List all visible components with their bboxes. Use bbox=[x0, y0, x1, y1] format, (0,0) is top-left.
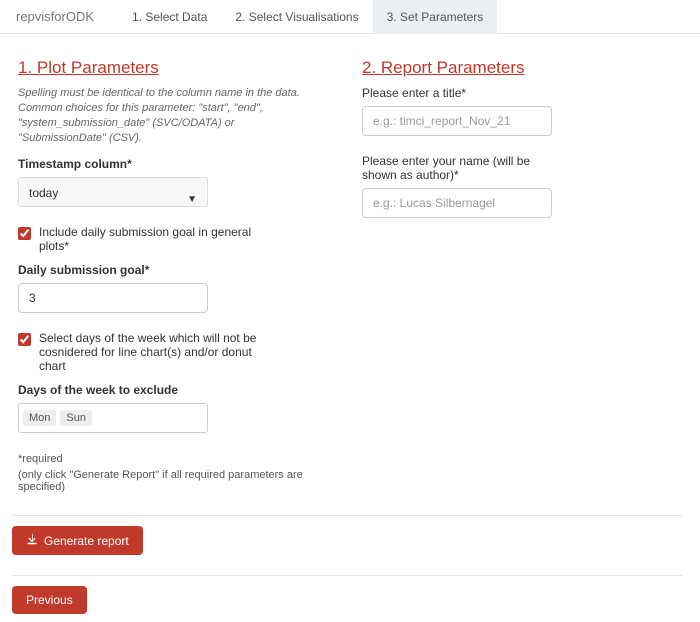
field-timestamp: Timestamp column* today ▼ bbox=[18, 157, 338, 207]
tabs: 1. Select Data 2. Select Visualisations … bbox=[118, 0, 497, 34]
author-label: Please enter your name (will be shown as… bbox=[362, 154, 542, 182]
previous-button[interactable]: Previous bbox=[12, 586, 87, 614]
plot-heading: 1. Plot Parameters bbox=[18, 58, 338, 78]
include-goal-label: Include daily submission goal in general… bbox=[39, 225, 278, 253]
field-title: Please enter a title* bbox=[362, 86, 682, 136]
previous-row: Previous bbox=[0, 575, 700, 622]
chip-mon[interactable]: Mon bbox=[23, 410, 56, 426]
field-author: Please enter your name (will be shown as… bbox=[362, 154, 682, 218]
caret-down-icon: ▼ bbox=[187, 185, 197, 215]
brand: repvisforODK bbox=[0, 9, 110, 24]
report-heading: 2. Report Parameters bbox=[362, 58, 682, 78]
download-icon bbox=[26, 533, 38, 548]
exclude-days-label: Select days of the week which will not b… bbox=[39, 331, 278, 373]
tab-select-visualisations[interactable]: 2. Select Visualisations bbox=[221, 0, 372, 34]
title-label: Please enter a title* bbox=[362, 86, 682, 100]
tab-set-parameters[interactable]: 3. Set Parameters bbox=[373, 0, 498, 34]
author-input[interactable] bbox=[362, 188, 552, 218]
topbar: repvisforODK 1. Select Data 2. Select Vi… bbox=[0, 0, 700, 34]
col-plot: 1. Plot Parameters Spelling must be iden… bbox=[18, 58, 338, 493]
col-report: 2. Report Parameters Please enter a titl… bbox=[362, 58, 682, 493]
divider bbox=[12, 575, 682, 576]
title-input[interactable] bbox=[362, 106, 552, 136]
footnote-note: (only click "Generate Report" if all req… bbox=[18, 469, 338, 493]
days-exclude-select[interactable]: Mon Sun bbox=[18, 403, 208, 433]
include-goal-row[interactable]: Include daily submission goal in general… bbox=[18, 225, 278, 253]
exclude-days-row[interactable]: Select days of the week which will not b… bbox=[18, 331, 278, 373]
field-days-exclude: Days of the week to exclude Mon Sun bbox=[18, 383, 338, 433]
field-daily-goal: Daily submission goal* bbox=[18, 263, 338, 313]
plot-help: Spelling must be identical to the column… bbox=[18, 86, 318, 145]
daily-goal-label: Daily submission goal* bbox=[18, 263, 338, 277]
generate-report-button[interactable]: Generate report bbox=[12, 526, 143, 555]
divider bbox=[12, 515, 682, 516]
tab-select-data[interactable]: 1. Select Data bbox=[118, 0, 221, 34]
previous-label: Previous bbox=[26, 593, 73, 607]
include-goal-checkbox[interactable] bbox=[18, 227, 31, 240]
main: 1. Plot Parameters Spelling must be iden… bbox=[0, 34, 700, 503]
generate-label: Generate report bbox=[44, 534, 129, 548]
days-exclude-label: Days of the week to exclude bbox=[18, 383, 338, 397]
timestamp-label: Timestamp column* bbox=[18, 157, 338, 171]
daily-goal-input[interactable] bbox=[18, 283, 208, 313]
timestamp-value: today bbox=[29, 186, 58, 200]
timestamp-select[interactable]: today ▼ bbox=[18, 177, 208, 207]
exclude-days-checkbox[interactable] bbox=[18, 333, 31, 346]
generate-row: Generate report bbox=[0, 515, 700, 563]
chip-sun[interactable]: Sun bbox=[60, 410, 92, 426]
footnote-required: *required bbox=[18, 453, 338, 465]
